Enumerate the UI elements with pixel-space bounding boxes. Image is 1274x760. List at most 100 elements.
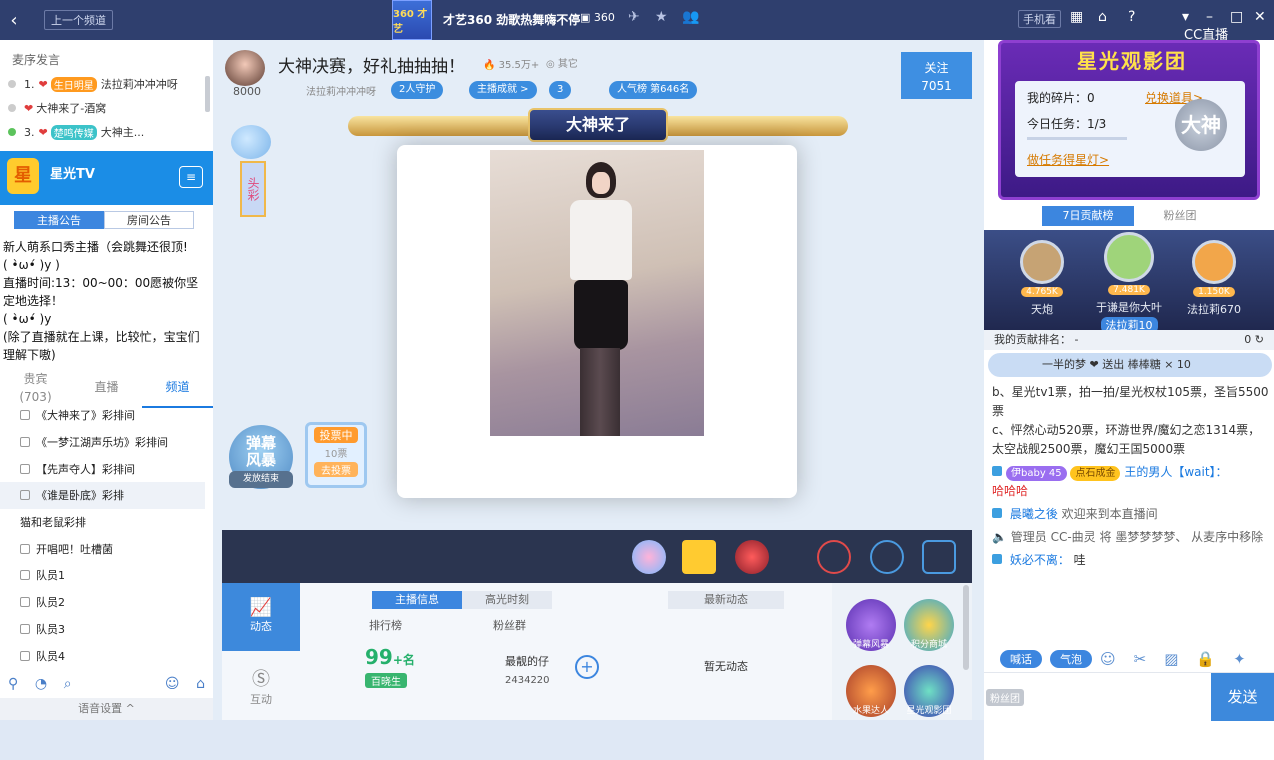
bag-icon[interactable] bbox=[870, 540, 904, 574]
pin-icon[interactable]: ✦ bbox=[1233, 650, 1246, 668]
send-button[interactable]: 发送 bbox=[1211, 673, 1274, 721]
chat-nick[interactable]: 王的男人【wait】： bbox=[1124, 465, 1227, 479]
emoji-icon[interactable]: ☺ bbox=[1100, 650, 1116, 668]
maximize-icon[interactable]: □ bbox=[1230, 9, 1243, 25]
image-icon[interactable]: ▨ bbox=[1164, 650, 1178, 668]
anchor-card[interactable]: 星 星光TV ≡ bbox=[0, 151, 213, 205]
star-icon[interactable]: ★ bbox=[655, 9, 668, 25]
channel-item[interactable]: 《谁是卧底》彩排 bbox=[0, 482, 205, 509]
tab-room-notice[interactable]: 房间公告 bbox=[104, 211, 194, 229]
box-gift-icon[interactable] bbox=[735, 540, 769, 574]
voice-settings-button[interactable]: 语音设置 ^ bbox=[0, 698, 213, 720]
prev-channel-button[interactable]: 上一个频道 bbox=[44, 10, 113, 30]
refresh-icon[interactable]: ↻ bbox=[1255, 333, 1264, 346]
lock-icon[interactable]: 🔒 bbox=[1196, 650, 1215, 668]
podium-second[interactable]: 4.765K 天炮 bbox=[1002, 240, 1082, 317]
channel-item[interactable]: 队员3 bbox=[0, 616, 205, 643]
dropdown-icon[interactable]: ▾ bbox=[1182, 9, 1189, 25]
live-video[interactable] bbox=[490, 150, 704, 436]
guard-pill[interactable]: 2人守护 bbox=[391, 81, 444, 99]
host-avatar-block[interactable]: 8000 bbox=[225, 50, 265, 98]
shop-icon[interactable] bbox=[922, 540, 956, 574]
chat-nick[interactable]: 妖必不离： bbox=[1010, 553, 1070, 567]
gift-bar bbox=[222, 530, 972, 583]
activity-danmu[interactable]: 弹幕风暴 bbox=[846, 599, 896, 651]
vote-button[interactable]: 去投票 bbox=[314, 462, 358, 477]
bubble-button[interactable]: 气泡 bbox=[1050, 650, 1092, 668]
ticket-gift-icon[interactable] bbox=[682, 540, 716, 574]
video-stage[interactable] bbox=[397, 145, 797, 498]
plane-icon[interactable]: ✈ bbox=[628, 9, 640, 25]
podium-third[interactable]: 1.150K 法拉莉670 bbox=[1174, 240, 1254, 317]
scrollbar[interactable] bbox=[205, 76, 210, 112]
fans-tag[interactable]: 粉丝团 bbox=[986, 689, 1024, 706]
info-panel: 📈 动态 Ⓢ 互动 主播信息 高光时刻 排行榜 粉丝群 99+名 百晓生 最靓的… bbox=[222, 583, 972, 720]
channel-item[interactable]: 《一梦江湖声乐坊》彩排间 bbox=[0, 429, 205, 456]
rank-value: 99+名 bbox=[365, 645, 415, 669]
achievement-pill[interactable]: 主播成就 > bbox=[469, 81, 537, 99]
close-icon[interactable]: ✕ bbox=[1254, 9, 1266, 25]
grid-icon[interactable]: ▦ bbox=[1070, 9, 1083, 25]
popularity-rank-pill[interactable]: 人气榜 第646名 bbox=[609, 81, 698, 99]
other-link[interactable]: ◎ 其它 bbox=[546, 55, 578, 70]
chat-nick[interactable]: 晨曦之後 bbox=[1010, 507, 1058, 521]
clock-icon[interactable]: ◔ bbox=[35, 676, 47, 692]
chat-input[interactable]: 粉丝团 发送 bbox=[984, 672, 1274, 721]
do-task-link[interactable]: 做任务得星灯> bbox=[1027, 151, 1109, 168]
tab-fan-club[interactable]: 粉丝团 bbox=[1134, 206, 1226, 226]
vote-widget[interactable]: 投票中 10票 去投票 bbox=[305, 422, 367, 488]
user-name: 法拉莉冲冲冲呀 bbox=[100, 78, 178, 91]
seal-icon: 大神 bbox=[1175, 99, 1227, 151]
list-item[interactable]: ❤ 大神来了-酒窝 bbox=[8, 96, 213, 120]
location-icon[interactable]: ⚲ bbox=[8, 676, 18, 692]
channel-item[interactable]: 队员2 bbox=[0, 589, 205, 616]
scissors-icon[interactable]: ✂ bbox=[1134, 650, 1147, 668]
activity-fruit[interactable]: 水果达人 bbox=[846, 665, 896, 717]
phone-watch-button[interactable]: 手机看 bbox=[1018, 10, 1061, 28]
house-icon[interactable]: ⌂ bbox=[196, 676, 205, 692]
tab-anchor-notice[interactable]: 主播公告 bbox=[14, 211, 104, 229]
tab-host-info[interactable]: 主播信息 bbox=[372, 591, 462, 609]
tab-highlights[interactable]: 高光时刻 bbox=[462, 591, 552, 609]
podium-first[interactable]: 7.481K 于谦是你大叶 法拉莉10 bbox=[1089, 232, 1169, 333]
avatar[interactable] bbox=[225, 50, 265, 86]
shout-button[interactable]: 喊话 bbox=[1000, 650, 1042, 668]
home-icon[interactable]: ⌂ bbox=[1098, 9, 1107, 25]
users-icon[interactable]: 👥 bbox=[682, 9, 699, 25]
tab-7day-contrib[interactable]: 7日贡献榜 bbox=[1042, 206, 1134, 226]
gamepad-icon[interactable]: ☺ bbox=[165, 676, 180, 692]
list-item[interactable]: 3. ❤ 楚鸣传媒 大神主... bbox=[8, 120, 213, 144]
list-item[interactable]: 1. ❤ 生日明星 法拉莉冲冲冲呀 bbox=[8, 72, 213, 96]
follow-button[interactable]: 关注 7051 bbox=[901, 52, 972, 99]
help-icon[interactable]: ? bbox=[1128, 9, 1135, 25]
user-icon bbox=[992, 508, 1002, 518]
channel-item[interactable]: 队员1 bbox=[0, 562, 205, 589]
dynamic-button[interactable]: 📈 动态 bbox=[222, 583, 300, 651]
menu-icon[interactable]: ≡ bbox=[179, 166, 203, 188]
activity-star-film[interactable]: 星光观影团 bbox=[904, 665, 954, 717]
search-icon[interactable]: ⌕ bbox=[64, 676, 72, 692]
channel-item[interactable]: 【先声夺人】彩排间 bbox=[0, 455, 205, 482]
join-fans-button[interactable]: + bbox=[575, 655, 599, 679]
chat-area: b、星光tv1票，拍一拍/星光权杖105票，圣旨5500票 c、怦然心动520票… bbox=[992, 383, 1270, 574]
center-panel: 8000 大神决赛，好礼抽抽抽！ 🔥 35.5万+ ◎ 其它 法拉莉冲冲冲呀 2… bbox=[213, 40, 984, 720]
vote-title: 投票中 bbox=[314, 427, 358, 443]
done-icon[interactable] bbox=[817, 540, 851, 574]
speaker-icon: 🔈 bbox=[992, 530, 1007, 544]
danmu-storm-widget[interactable]: 弹幕风暴 发放结束 bbox=[229, 425, 293, 489]
activity-points-mall[interactable]: 积分商城 bbox=[904, 599, 954, 651]
minimize-icon[interactable]: – bbox=[1206, 9, 1213, 25]
fans-count-pill[interactable]: 3 bbox=[549, 81, 572, 99]
channel-item[interactable]: 《大神来了》彩排间 bbox=[0, 402, 205, 429]
lucky-mascot[interactable]: 头彩 bbox=[231, 125, 275, 235]
fans-group-name: 最靓的仔 bbox=[505, 655, 549, 668]
channel-item[interactable]: 开唱吧！吐槽菌 bbox=[0, 535, 205, 562]
channel-item[interactable]: 猫和老鼠彩排 bbox=[0, 509, 205, 536]
channel-item[interactable]: 队员4 bbox=[0, 642, 205, 669]
my-rank-value[interactable]: 0 ↻ bbox=[1244, 330, 1264, 350]
back-icon[interactable]: ‹ bbox=[2, 10, 26, 31]
scrollbar[interactable] bbox=[963, 585, 969, 670]
balloon-gift-icon[interactable] bbox=[632, 540, 666, 574]
viewer-count-value: 360 bbox=[593, 11, 615, 24]
interact-button[interactable]: Ⓢ 互动 bbox=[222, 653, 300, 719]
